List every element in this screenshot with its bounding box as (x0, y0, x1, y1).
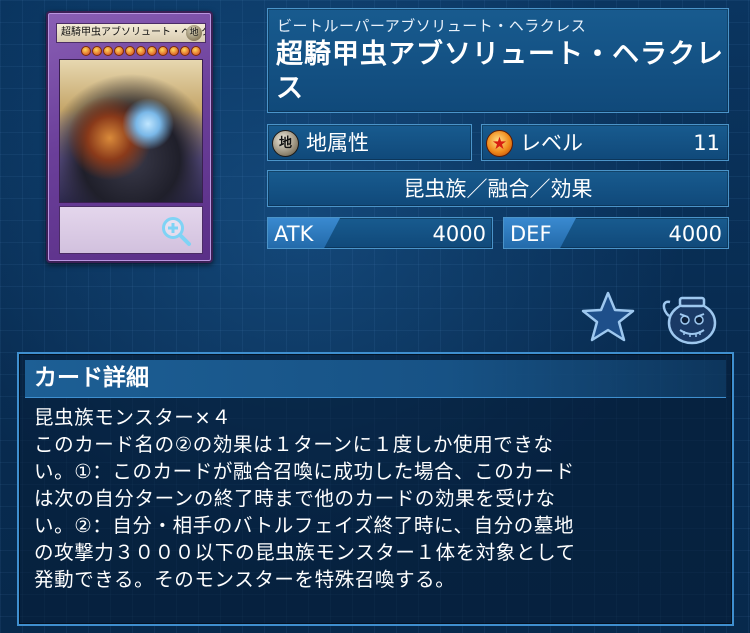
level-star-icon (486, 130, 513, 157)
card-effect-text: 昆虫族モンスター×４ このカード名の②の効果は１ターンに１度しか使用できな い。… (34, 404, 724, 593)
monster-type: 昆虫族／融合／効果 (403, 177, 593, 201)
def-label: DEF (510, 222, 552, 246)
effect-line: い。②：自分・相手のバトルフェイズ終了時に、自分の墓地 (34, 514, 575, 537)
zoom-in-icon (162, 217, 191, 246)
level-star-icon (191, 46, 201, 56)
level-panel: レベル 11 (481, 124, 729, 161)
type-panel: 昆虫族／融合／効果 (267, 170, 729, 207)
attribute-label: 地属性 (306, 131, 369, 155)
level-label: レベル (520, 131, 583, 155)
level-star-icon (147, 46, 157, 56)
card-detail-header: カード詳細 (25, 360, 726, 398)
card-detail-box: カード詳細 昆虫族モンスター×４ このカード名の②の効果は１ターンに１度しか使用… (17, 352, 734, 626)
atk-value: 4000 (432, 222, 486, 246)
level-star-icon (125, 46, 135, 56)
card-reading: ビートルーパーアブソリュート・ヘラクレス (277, 17, 587, 35)
level-star-icon (81, 46, 91, 56)
level-star-icon (114, 46, 124, 56)
def-panel: DEF 4000 (503, 217, 729, 249)
def-value: 4000 (668, 222, 722, 246)
effect-line: このカード名の②の効果は１ターンに１度しか使用できな (34, 433, 554, 456)
card-text-box (59, 206, 203, 254)
atk-label: ATK (274, 222, 314, 246)
level-star-icon (92, 46, 102, 56)
effect-line: 発動できる。そのモンスターを特殊召喚する。 (34, 568, 456, 591)
pot-of-greed-icon (662, 296, 717, 345)
zoom-button[interactable] (160, 215, 192, 247)
card-image: 超騎甲虫アブソリュート・ヘラクレス 地 (46, 11, 213, 263)
card-name-text: 超騎甲虫アブソリュート・ヘラクレス (61, 27, 205, 38)
card-name-bar: 超騎甲虫アブソリュート・ヘラクレス 地 (56, 23, 206, 43)
level-star-icon (136, 46, 146, 56)
atk-panel: ATK 4000 (267, 217, 493, 249)
level-star-icon (180, 46, 190, 56)
effect-line: の攻撃力３０００以下の昆虫族モンスター１体を対象として (34, 541, 576, 564)
favorite-button[interactable] (580, 289, 636, 345)
attribute-panel: 地 地属性 (267, 124, 472, 161)
card-level-stars (66, 46, 201, 56)
card-title-panel: ビートルーパーアブソリュート・ヘラクレス 超騎甲虫アブソリュート・ヘラクレス (267, 8, 729, 113)
level-value: 11 (693, 131, 720, 155)
star-icon (581, 291, 635, 342)
effect-line: 昆虫族モンスター×４ (34, 406, 232, 429)
card-artwork (59, 59, 203, 203)
level-star-icon (169, 46, 179, 56)
level-star-icon (103, 46, 113, 56)
earth-attribute-icon: 地 (272, 130, 299, 157)
effect-line: い。①：このカードが融合召喚に成功した場合、このカード (34, 460, 575, 483)
effect-line: は次の自分ターンの終了時まで他のカードの効果を受けな (34, 487, 556, 510)
pot-button[interactable] (660, 290, 720, 346)
card-detail-title: カード詳細 (34, 365, 149, 391)
card-title: 超騎甲虫アブソリュート・ヘラクレス (276, 39, 724, 104)
card-attribute-icon: 地 (186, 25, 202, 41)
level-star-icon (158, 46, 168, 56)
